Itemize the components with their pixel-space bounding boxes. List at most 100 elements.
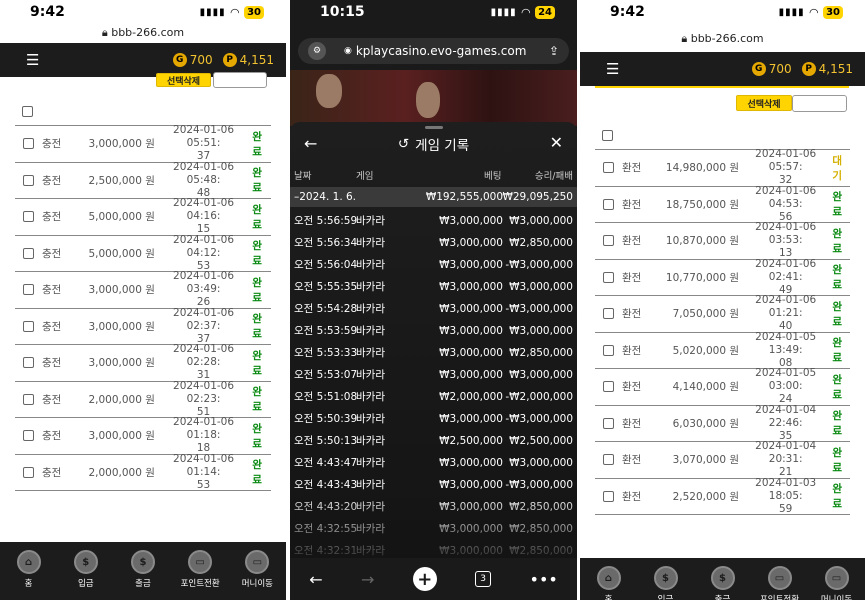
row-status: 대기 [832, 154, 842, 182]
address-bar[interactable]: 🔒︎ bbb-266.com [0, 26, 286, 40]
table-row[interactable]: 환전 14,980,000 원 2024-01-06 05:57: 32 대기 [595, 148, 850, 187]
table-row[interactable]: 충전 3,000,000 원 2024-01-06 02:37: 37 완료 [15, 306, 271, 345]
row-status: 완료 [252, 459, 262, 487]
url-text: kplaycasino.evo-games.com [355, 44, 527, 58]
game-row[interactable]: 오전 5:50:39 바카라 ₩3,000,000 -₩3,000,000 [290, 408, 577, 430]
nav-item-1[interactable]: $ 입금 [640, 566, 692, 600]
row-datetime: 2024-01-06 02:37: 37 [173, 306, 235, 345]
row-checkbox[interactable] [23, 174, 34, 186]
table-row[interactable]: 환전 5,020,000 원 2024-01-05 13:49: 08 완료 [595, 331, 850, 369]
game-row[interactable]: 오전 5:50:13 바카라 ₩2,500,000 ₩2,500,000 [290, 430, 577, 452]
row-checkbox[interactable] [23, 247, 34, 259]
row-status: 완료 [832, 446, 842, 474]
nav-item-3[interactable]: ▭ 포인트전환 [174, 550, 226, 589]
game-row[interactable]: 오전 5:53:59 바카라 ₩3,000,000 ₩3,000,000 [290, 320, 577, 342]
table-row[interactable]: 환전 18,750,000 원 2024-01-06 04:53: 56 완료 [595, 185, 850, 223]
game-row[interactable]: 오전 4:43:47 바카라 ₩3,000,000 ₩3,000,000 [290, 452, 577, 474]
more-icon[interactable]: ••• [530, 570, 558, 589]
table-row[interactable]: 충전 2,000,000 원 2024-01-06 02:23: 51 완료 [15, 380, 271, 418]
table-row[interactable]: 충전 3,000,000 원 2024-01-06 01:18: 18 완료 [15, 416, 271, 455]
delete-selected-button[interactable]: 선택삭제 [736, 95, 792, 111]
back-icon[interactable]: ← [309, 570, 322, 589]
nav-label: 홈 [24, 579, 33, 589]
table-row[interactable]: 환전 10,870,000 원 2024-01-06 03:53: 13 완료 [595, 221, 850, 260]
row-type: 충전 [42, 357, 62, 370]
row-checkbox[interactable] [603, 417, 614, 429]
select-all-checkbox[interactable] [602, 130, 613, 141]
row-checkbox[interactable] [603, 198, 614, 210]
nav-item-1[interactable]: $ 입금 [60, 550, 112, 589]
row-amount: 2,000,000 원 [88, 393, 155, 406]
game-row[interactable]: 오전 5:53:33 바카라 ₩3,000,000 ₩2,850,000 [290, 342, 577, 364]
filter-box[interactable] [792, 95, 847, 112]
close-icon[interactable]: ✕ [550, 133, 563, 152]
address-bar[interactable]: 🔒︎ bbb-266.com [580, 32, 865, 46]
header-underline [595, 86, 849, 88]
game-row[interactable]: 오전 5:54:28 바카라 ₩3,000,000 -₩3,000,000 [290, 298, 577, 320]
tabs-icon[interactable]: 3 [475, 571, 492, 587]
row-status: 완료 [832, 227, 842, 255]
row-checkbox[interactable] [23, 393, 34, 405]
row-checkbox[interactable] [603, 381, 614, 393]
row-checkbox[interactable] [23, 357, 34, 369]
table-row[interactable]: 충전 5,000,000 원 2024-01-06 04:12: 53 완료 [15, 234, 271, 272]
table-row[interactable]: 환전 7,050,000 원 2024-01-06 01:21: 40 완료 [595, 294, 850, 333]
nav-item-2[interactable]: $ 출금 [117, 550, 169, 589]
row-checkbox[interactable] [603, 454, 614, 466]
table-row[interactable]: 충전 2,500,000 원 2024-01-06 05:48: 48 완료 [15, 161, 271, 199]
address-bar[interactable]: ⚙ ◉ kplaycasino.evo-games.com ⇪ [298, 38, 569, 64]
table-row[interactable]: 충전 2,000,000 원 2024-01-06 01:14: 53 완료 [15, 453, 271, 491]
game-row[interactable]: 오전 5:55:35 바카라 ₩3,000,000 ₩3,000,000 [290, 276, 577, 298]
row-checkbox[interactable] [603, 344, 614, 356]
row-checkbox[interactable] [23, 211, 34, 223]
game-row[interactable]: 오전 5:56:04 바카라 ₩3,000,000 -₩3,000,000 [290, 254, 577, 276]
game-row[interactable]: 오전 5:56:34 바카라 ₩3,000,000 ₩2,850,000 [290, 232, 577, 254]
browser-toolbar: ← → + 3 ••• [290, 558, 577, 600]
game-name: 바카라 [356, 215, 385, 227]
game-row[interactable]: 오전 5:51:08 바카라 ₩2,000,000 -₩2,000,000 [290, 386, 577, 408]
game-name: 바카라 [356, 391, 385, 403]
new-tab-icon[interactable]: + [412, 567, 437, 591]
nav-item-0[interactable]: ⌂ 홈 [583, 566, 635, 600]
site-settings-icon[interactable]: ⚙ [308, 42, 326, 60]
row-checkbox[interactable] [603, 490, 614, 502]
share-icon[interactable]: ⇪ [549, 44, 559, 58]
table-row[interactable]: 환전 4,140,000 원 2024-01-05 03:00: 24 완료 [595, 367, 850, 406]
nav-item-4[interactable]: ▭ 머니이동 [811, 566, 863, 600]
table-row[interactable]: 환전 3,070,000 원 2024-01-04 20:31: 21 완료 [595, 440, 850, 479]
row-datetime: 2024-01-05 03:00: 24 [755, 367, 817, 406]
forward-icon[interactable]: → [361, 570, 374, 589]
select-all-checkbox[interactable] [22, 106, 33, 117]
nav-item-0[interactable]: ⌂ 홈 [3, 550, 55, 589]
row-checkbox[interactable] [603, 308, 614, 320]
delete-selected-button[interactable]: 선택삭제 [156, 73, 211, 87]
table-row[interactable]: 충전 3,000,000 원 2024-01-06 05:51: 37 완료 [15, 124, 271, 163]
menu-icon[interactable]: ☰ [26, 51, 163, 69]
row-checkbox[interactable] [603, 271, 614, 283]
row-checkbox[interactable] [23, 284, 34, 296]
nav-item-2[interactable]: $ 출금 [697, 566, 749, 600]
table-row[interactable]: 환전 6,030,000 원 2024-01-04 22:46: 35 완료 [595, 404, 850, 442]
filter-box[interactable] [213, 72, 267, 88]
summary-result: ₩29,095,250 [502, 191, 573, 203]
table-row[interactable]: 충전 3,000,000 원 2024-01-06 02:28: 31 완료 [15, 343, 271, 382]
table-row[interactable]: 충전 3,000,000 원 2024-01-06 03:49: 26 완료 [15, 270, 271, 309]
row-checkbox[interactable] [23, 430, 34, 442]
row-amount: 5,020,000 원 [672, 344, 740, 357]
row-checkbox[interactable] [603, 235, 614, 247]
game-row[interactable]: 오전 5:56:59 바카라 ₩3,000,000 ₩3,000,000 [290, 210, 577, 232]
game-time: 오전 5:50:39 [294, 413, 358, 425]
nav-item-4[interactable]: ▭ 머니이동 [231, 550, 283, 589]
day-summary-row[interactable]: –2024. 1. 6. ₩192,555,000 ₩29,095,250 [290, 187, 577, 207]
table-row[interactable]: 환전 10,770,000 원 2024-01-06 02:41: 49 완료 [595, 258, 850, 296]
row-checkbox[interactable] [603, 162, 614, 174]
row-checkbox[interactable] [23, 320, 34, 332]
menu-icon[interactable]: ☰ [606, 60, 742, 78]
row-checkbox[interactable] [23, 138, 34, 150]
game-row[interactable]: 오전 5:53:07 바카라 ₩3,000,000 ₩3,000,000 [290, 364, 577, 386]
row-checkbox[interactable] [23, 466, 34, 478]
drag-handle[interactable] [424, 126, 443, 129]
table-row[interactable]: 충전 5,000,000 원 2024-01-06 04:16: 15 완료 [15, 197, 271, 236]
nav-item-3[interactable]: ▭ 포인트전환 [754, 566, 806, 600]
table-row[interactable]: 환전 2,520,000 원 2024-01-03 18:05: 59 완료 [595, 477, 850, 515]
